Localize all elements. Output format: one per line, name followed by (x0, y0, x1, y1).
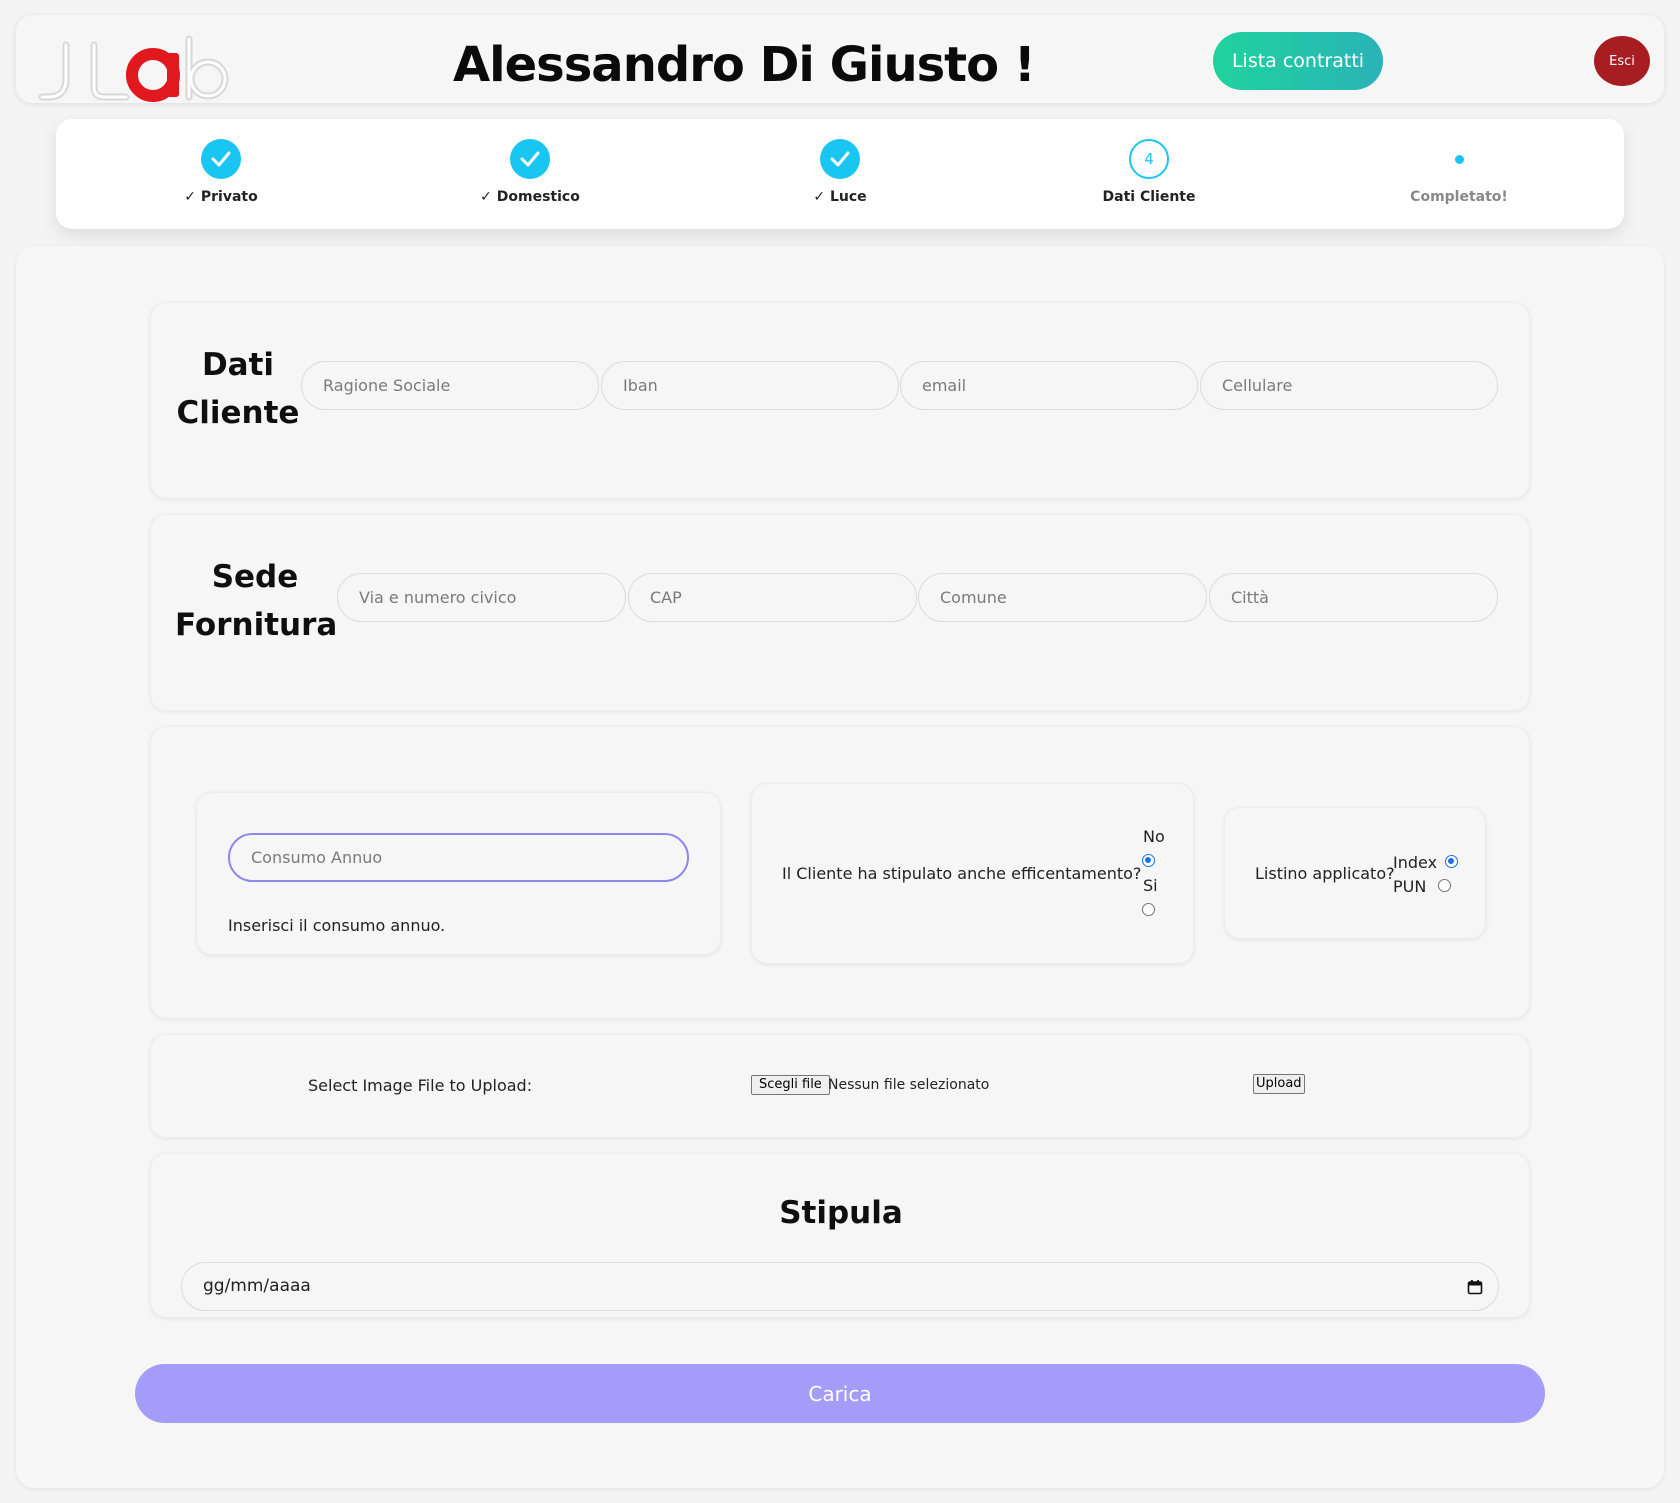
iban-input[interactable] (601, 361, 899, 410)
step-label: ✓ Luce (813, 189, 867, 205)
step-luce: ✓ Luce (730, 139, 950, 205)
check-icon (820, 139, 860, 179)
step-label: Completato! (1410, 189, 1508, 205)
comune-input[interactable] (918, 573, 1207, 622)
upload-label: Select Image File to Upload: (308, 1076, 533, 1095)
consumo-annuo-input[interactable] (228, 833, 689, 882)
email-input[interactable] (900, 361, 1198, 410)
step-completato: Completato! (1349, 139, 1569, 205)
step-label: Dati Cliente (1102, 189, 1196, 205)
listino-subcard: Listino applicato? Index PUN (1224, 807, 1486, 939)
efficentamento-subcard: Il Cliente ha stipulato anche efficentam… (751, 783, 1194, 964)
check-icon (201, 139, 241, 179)
sede-fornitura-card: Sede Fornitura (150, 514, 1530, 711)
radio-si[interactable] (1142, 903, 1155, 916)
cellulare-input[interactable] (1200, 361, 1498, 410)
calendar-icon[interactable] (1467, 1279, 1483, 1295)
option-index-label: Index (1393, 853, 1438, 872)
option-pun-label: PUN (1393, 877, 1427, 896)
radio-no[interactable] (1142, 854, 1155, 867)
radio-index[interactable] (1445, 855, 1458, 868)
date-placeholder: gg/mm/aaaa (203, 1276, 311, 1296)
listino-question: Listino applicato? (1255, 864, 1395, 883)
sede-fornitura-title: Sede Fornitura (175, 559, 338, 643)
logout-button[interactable]: Esci (1594, 36, 1650, 86)
carica-button[interactable]: Carica (135, 1364, 1545, 1423)
stipula-title: Stipula (779, 1195, 903, 1231)
option-si-label: Si (1143, 876, 1158, 895)
cap-input[interactable] (628, 573, 917, 622)
dati-cliente-title: Dati Cliente (176, 347, 300, 431)
step-number: 4 (1129, 139, 1169, 179)
progress-stepper: ✓ Privato ✓ Domestico ✓ Luce 4 Dati Clie… (56, 119, 1624, 229)
logo[interactable] (36, 27, 236, 107)
step-privato: ✓ Privato (111, 139, 331, 205)
header-bar: Alessandro Di Giusto ! Lista contratti E… (16, 15, 1664, 103)
step-dati-cliente: 4 Dati Cliente (1039, 139, 1259, 205)
indirizzo-input[interactable] (337, 573, 626, 622)
step-pending-dot (1439, 139, 1479, 179)
step-domestico: ✓ Domestico (420, 139, 640, 205)
upload-card: Select Image File to Upload: Scegli file… (150, 1034, 1530, 1138)
step-label: ✓ Privato (184, 189, 258, 205)
page-title: Alessandro Di Giusto ! (453, 37, 1036, 93)
consumo-subcard: Inserisci il consumo annuo. (196, 792, 721, 955)
efficentamento-question: Il Cliente ha stipulato anche efficentam… (782, 864, 1142, 883)
dati-cliente-card: Dati Cliente (150, 302, 1530, 499)
no-file-text: Nessun file selezionato (828, 1077, 990, 1093)
stipula-card: Stipula gg/mm/aaaa (150, 1153, 1530, 1318)
consumo-help-text: Inserisci il consumo annuo. (228, 916, 446, 935)
upload-button[interactable]: Upload (1253, 1074, 1305, 1094)
check-icon (510, 139, 550, 179)
step-label: ✓ Domestico (480, 189, 580, 205)
option-no-label: No (1143, 827, 1165, 846)
citta-input[interactable] (1209, 573, 1498, 622)
stipula-date-input[interactable]: gg/mm/aaaa (181, 1262, 1499, 1311)
ragione-sociale-input[interactable] (301, 361, 599, 410)
radio-pun[interactable] (1438, 879, 1451, 892)
opzioni-card: Inserisci il consumo annuo. Il Cliente h… (150, 726, 1530, 1019)
form-panel: Dati Cliente Sede Fornitura Inserisci il… (16, 246, 1664, 1488)
choose-file-button[interactable]: Scegli file (751, 1075, 830, 1095)
lista-contratti-button[interactable]: Lista contratti (1213, 32, 1383, 90)
